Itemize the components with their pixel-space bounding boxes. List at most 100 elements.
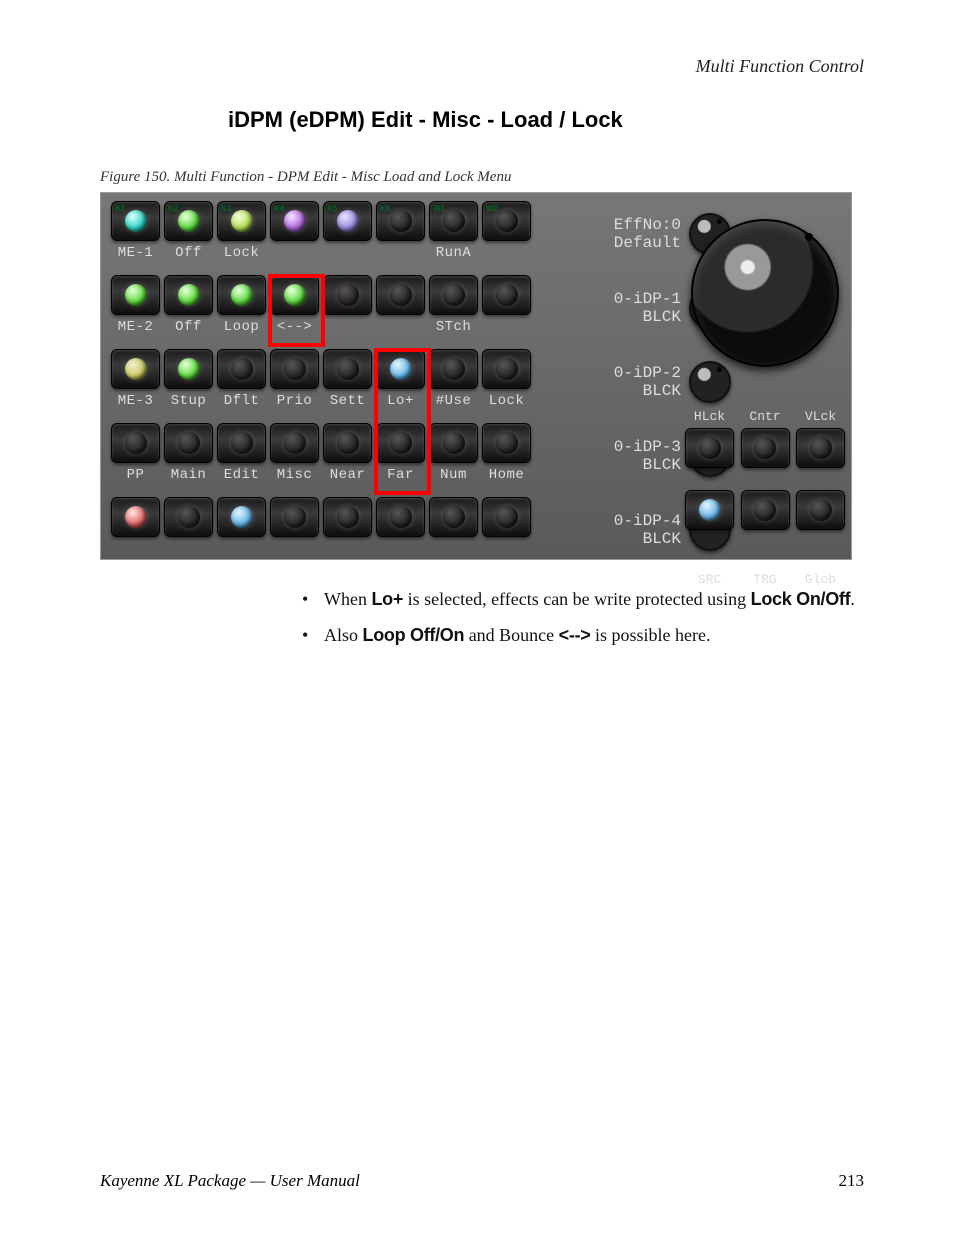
led-indicator [125,358,147,380]
panel-button[interactable]: W1 [429,201,478,241]
button-label: RunA [429,245,478,261]
right-label: HLck [685,409,734,424]
panel-button[interactable] [796,428,845,468]
button-label: PP [111,467,160,483]
led-indicator [810,437,832,459]
button-label: Far [376,467,425,483]
panel-button[interactable] [217,423,266,463]
button-label [482,319,531,335]
led-indicator [443,284,465,306]
led-indicator [337,358,359,380]
led-indicator [125,432,147,454]
footer-page-number: 213 [839,1171,865,1191]
panel-button[interactable] [164,349,213,389]
panel-button[interactable] [164,275,213,315]
panel-button[interactable] [482,423,531,463]
button-label [323,319,372,335]
key-tag: W1 [433,204,445,213]
led-indicator [699,499,721,521]
led-indicator [337,210,359,232]
led-indicator [754,499,776,521]
panel-button[interactable] [164,497,213,537]
panel-button[interactable] [270,497,319,537]
panel-button[interactable] [685,490,734,530]
panel-button[interactable] [482,497,531,537]
led-indicator [231,210,253,232]
button-label: Off [164,245,213,261]
led-indicator [125,210,147,232]
panel-button[interactable] [796,490,845,530]
panel-button[interactable] [376,275,425,315]
panel-button[interactable] [111,423,160,463]
led-indicator [337,506,359,528]
button-label: Main [164,467,213,483]
panel-row: K1K2K3K4K5K6W1W2ME-1OffLockRunA [111,201,535,275]
panel-row [111,497,535,571]
panel-button[interactable]: K1 [111,201,160,241]
led-indicator [284,432,306,454]
text: and Bounce [464,625,558,645]
panel-button[interactable]: K4 [270,201,319,241]
panel-button[interactable] [376,423,425,463]
panel-button[interactable] [270,349,319,389]
led-indicator [390,210,412,232]
led-indicator [443,358,465,380]
button-label: Off [164,319,213,335]
panel-button[interactable] [429,423,478,463]
panel-button[interactable] [323,423,372,463]
jog-wheel[interactable] [691,219,839,367]
text: When [324,589,371,609]
panel-button[interactable]: K5 [323,201,372,241]
knob-label: EffNo:0Default [551,216,681,252]
led-indicator [699,437,721,459]
panel-button[interactable] [270,275,319,315]
panel-button[interactable] [429,349,478,389]
panel-button[interactable] [429,497,478,537]
text: is possible here. [590,625,710,645]
panel-button[interactable] [270,423,319,463]
button-label [270,245,319,261]
right-label: VLck [796,409,845,424]
button-label: ME-1 [111,245,160,261]
bullet-2: Also Loop Off/On and Bounce <--> is poss… [302,622,864,648]
led-indicator [390,506,412,528]
panel-button[interactable] [323,275,372,315]
knob-label: 0-iDP-3BLCK [551,438,681,474]
panel-button[interactable] [217,497,266,537]
text: Also [324,625,363,645]
led-indicator [337,284,359,306]
panel-button[interactable] [323,349,372,389]
key-tag: K2 [168,204,178,213]
button-label [482,245,531,261]
panel-button[interactable] [217,275,266,315]
term: <--> [559,625,591,645]
term: Loop Off/On [363,625,465,645]
panel-button[interactable] [482,275,531,315]
button-label: Edit [217,467,266,483]
button-label: Lock [482,393,531,409]
panel-button[interactable] [217,349,266,389]
right-label: Cntr [741,409,790,424]
panel-button[interactable] [376,349,425,389]
panel-button[interactable] [164,423,213,463]
button-label: STch [429,319,478,335]
panel-button[interactable] [323,497,372,537]
led-indicator [178,358,200,380]
led-indicator [284,210,306,232]
panel-button[interactable]: K3 [217,201,266,241]
panel-button[interactable] [741,490,790,530]
panel-button[interactable] [685,428,734,468]
panel-button[interactable] [111,349,160,389]
panel-button[interactable] [111,497,160,537]
knob-label: 0-iDP-1BLCK [551,290,681,326]
text: . [850,589,855,609]
panel-button[interactable] [741,428,790,468]
panel-button[interactable] [429,275,478,315]
panel-button[interactable] [376,497,425,537]
panel-button[interactable] [111,275,160,315]
panel-button[interactable]: K2 [164,201,213,241]
panel-button[interactable]: K6 [376,201,425,241]
panel-button[interactable] [482,349,531,389]
panel-button[interactable]: W2 [482,201,531,241]
figure-caption: Figure 150. Multi Function - DPM Edit - … [100,169,864,186]
